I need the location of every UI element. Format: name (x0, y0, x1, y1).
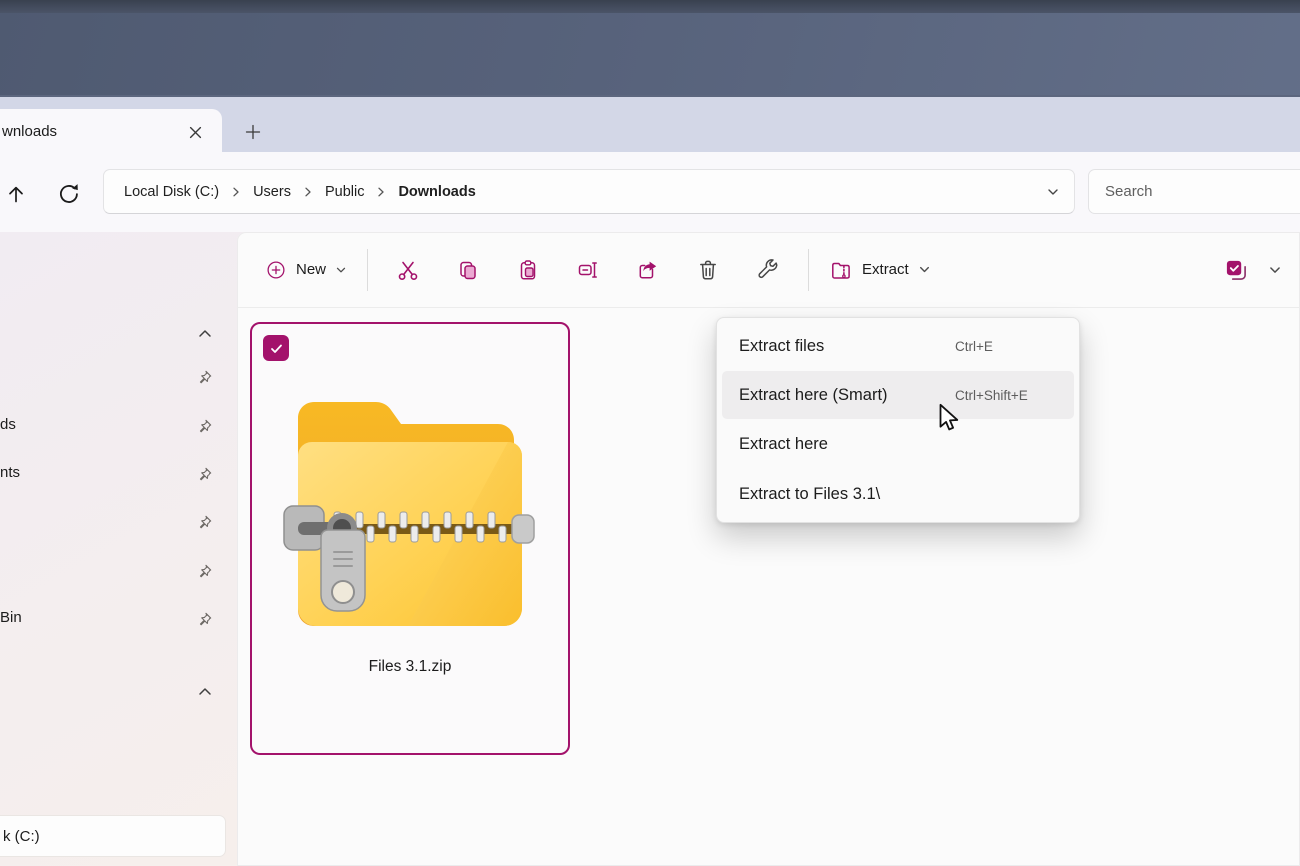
address-dropdown-chevron-icon[interactable] (1046, 185, 1060, 199)
chevron-down-icon (918, 263, 931, 276)
selection-toggle-icon (1223, 257, 1249, 283)
menu-item-extract-files[interactable]: Extract files Ctrl+E (717, 321, 1079, 371)
cut-button[interactable] (386, 250, 430, 290)
new-tab-button[interactable] (238, 117, 268, 147)
menu-item-extract-here[interactable]: Extract here (717, 419, 1079, 469)
refresh-icon (56, 181, 82, 207)
command-toolbar: New (237, 232, 1300, 308)
extract-button[interactable]: Extract (819, 250, 941, 290)
selection-options-button[interactable] (1214, 250, 1258, 290)
extract-dropdown-menu: Extract files Ctrl+E Extract here (Smart… (716, 317, 1080, 523)
search-input[interactable] (1105, 183, 1293, 200)
navigation-bar: Local Disk (C:) Users Public Downloads (0, 152, 1300, 232)
plus-circle-icon (265, 259, 287, 281)
pin-icon[interactable] (195, 417, 214, 436)
sidebar-item-label[interactable]: ds (0, 416, 16, 433)
sidebar-item-label[interactable]: Bin (0, 609, 22, 626)
extract-zip-folder-icon (829, 258, 853, 282)
chevron-down-icon[interactable] (1268, 263, 1282, 277)
menu-item-label: Extract files (739, 337, 824, 356)
rename-button[interactable] (566, 250, 610, 290)
tab-strip: wnloads (0, 95, 1300, 152)
file-name: Files 3.1.zip (252, 658, 568, 676)
pin-icon[interactable] (195, 610, 214, 629)
chevron-right-icon (297, 187, 319, 197)
new-button[interactable]: New (255, 251, 357, 289)
chevron-right-icon (370, 187, 392, 197)
rename-icon (576, 258, 600, 282)
new-button-label: New (296, 261, 326, 278)
menu-item-extract-here-smart[interactable]: Extract here (Smart) Ctrl+Shift+E (722, 371, 1074, 419)
check-icon (269, 341, 284, 356)
menu-item-label: Extract here (Smart) (739, 386, 888, 405)
refresh-button[interactable] (53, 178, 85, 210)
chevron-down-icon (335, 264, 347, 276)
share-icon (636, 258, 660, 282)
breadcrumb-users[interactable]: Users (247, 180, 297, 204)
desktop: wnloads Local Disk (C:) Users (0, 0, 1300, 866)
sidebar-item-drive-c[interactable]: k (C:) (0, 815, 226, 857)
window-body: ds nts Bin k (C:) e (0, 232, 1300, 866)
delete-button[interactable] (686, 250, 730, 290)
tools-button[interactable] (746, 250, 790, 290)
copy-icon (456, 258, 480, 282)
extract-button-label: Extract (862, 261, 909, 278)
sidebar-item-label[interactable]: nts (0, 464, 20, 481)
menu-item-label: Extract to Files 3.1\ (739, 485, 880, 504)
breadcrumb-local-disk[interactable]: Local Disk (C:) (118, 180, 225, 204)
zip-folder-icon (276, 360, 544, 649)
menu-item-shortcut: Ctrl+Shift+E (955, 388, 1057, 403)
breadcrumb-public[interactable]: Public (319, 180, 371, 204)
paste-icon (516, 258, 540, 282)
tab-downloads[interactable]: wnloads (0, 109, 222, 154)
plus-icon (245, 124, 261, 140)
mouse-cursor (933, 403, 963, 438)
selected-checkbox[interactable] (263, 335, 289, 361)
chevron-right-icon (225, 187, 247, 197)
file-explorer-window: wnloads Local Disk (C:) Users (0, 95, 1300, 866)
toolbar-divider (367, 249, 368, 291)
menu-item-extract-to-folder[interactable]: Extract to Files 3.1\ (717, 469, 1079, 519)
file-tile-files-zip[interactable]: Files 3.1.zip (250, 322, 570, 755)
menu-item-label: Extract here (739, 435, 828, 454)
sidebar: ds nts Bin k (C:) e (0, 232, 237, 866)
drive-label: k (C:) (3, 828, 40, 845)
toolbar-divider (808, 249, 809, 291)
section-collapse-chevron-up-icon[interactable] (196, 683, 214, 701)
pin-icon[interactable] (195, 562, 214, 581)
pin-icon[interactable] (195, 465, 214, 484)
copy-button[interactable] (446, 250, 490, 290)
close-tab-icon[interactable] (182, 119, 208, 145)
paste-button[interactable] (506, 250, 550, 290)
section-collapse-chevron-up-icon[interactable] (196, 325, 214, 343)
wrench-icon (756, 258, 780, 282)
arrow-up-icon (4, 182, 28, 206)
scissors-icon (396, 258, 420, 282)
tab-title: wnloads (2, 123, 57, 140)
trash-icon (696, 258, 720, 282)
pin-icon[interactable] (195, 368, 214, 387)
up-button[interactable] (0, 178, 32, 210)
menu-item-shortcut: Ctrl+E (955, 339, 1057, 354)
search-box[interactable] (1088, 169, 1300, 214)
share-button[interactable] (626, 250, 670, 290)
address-bar[interactable]: Local Disk (C:) Users Public Downloads (103, 169, 1075, 214)
breadcrumb-downloads[interactable]: Downloads (392, 180, 481, 204)
pin-icon[interactable] (195, 513, 214, 532)
